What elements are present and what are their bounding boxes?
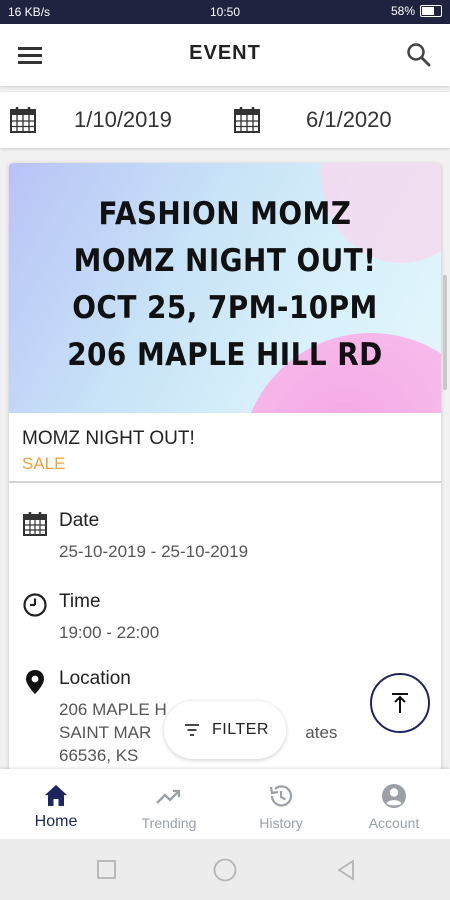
divider — [9, 481, 441, 483]
battery-icon — [420, 5, 442, 17]
event-banner: FASHION MOMZ MOMZ NIGHT OUT! OCT 25, 7PM… — [9, 163, 441, 413]
time-label: Time — [59, 591, 101, 612]
history-icon — [269, 785, 293, 807]
location-pin-icon — [26, 670, 44, 694]
trending-icon — [156, 789, 181, 804]
banner-line: FASHION MOMZ — [98, 196, 352, 232]
home-circle-icon[interactable] — [212, 857, 238, 883]
filter-label: FILTER — [212, 721, 269, 738]
time-value: 19:00 - 22:00 — [59, 623, 160, 642]
location-label: Location — [59, 668, 131, 689]
banner-line: MOMZ NIGHT OUT! — [73, 243, 377, 279]
search-icon[interactable] — [404, 40, 434, 70]
nav-label: Account — [368, 815, 420, 831]
nav-label: History — [259, 815, 303, 831]
nav-label: Home — [34, 813, 78, 830]
start-date: 1/10/2019 — [74, 107, 172, 132]
status-bar: 16 KB/s 10:50 58% — [0, 0, 450, 24]
nav-account[interactable]: Account — [338, 769, 450, 839]
clock: 10:50 — [209, 5, 241, 19]
page-title: EVENT — [189, 42, 261, 64]
home-icon — [45, 785, 67, 806]
banner-line: OCT 25, 7PM-10PM — [72, 290, 378, 326]
calendar-icon — [234, 107, 260, 133]
status-icons: 58% — [391, 4, 442, 18]
scrollbar[interactable] — [443, 275, 447, 390]
app-bar: EVENT — [0, 24, 450, 86]
system-nav-bar — [0, 839, 450, 900]
date-range-bar: 1/10/2019 6/1/2020 — [0, 92, 450, 148]
bottom-nav: Home Trending History Account — [0, 769, 450, 839]
end-date: 6/1/2020 — [306, 107, 392, 132]
back-icon[interactable] — [335, 859, 357, 881]
recent-apps-icon[interactable] — [96, 859, 118, 881]
account-icon — [382, 784, 406, 808]
nav-home[interactable]: Home — [0, 769, 112, 839]
event-title: MOMZ NIGHT OUT! — [22, 428, 195, 449]
filter-icon — [185, 724, 199, 736]
scroll-to-top-button[interactable] — [370, 673, 430, 733]
start-date-picker[interactable]: 1/10/2019 — [8, 92, 172, 148]
battery-percent: 58% — [390, 4, 415, 18]
nav-history[interactable]: History — [225, 769, 337, 839]
calendar-icon — [10, 107, 36, 133]
clock-icon — [23, 593, 47, 617]
nav-trending[interactable]: Trending — [113, 769, 225, 839]
banner-line: 206 MAPLE HILL RD — [67, 337, 383, 373]
arrow-up-icon — [392, 693, 408, 713]
date-label: Date — [59, 510, 100, 531]
nav-label: Trending — [141, 815, 197, 831]
filter-button[interactable]: FILTER — [164, 701, 286, 759]
calendar-icon — [23, 512, 47, 536]
end-date-picker[interactable]: 6/1/2020 — [232, 92, 392, 148]
date-value: 25-10-2019 - 25-10-2019 — [59, 542, 249, 561]
event-tag: SALE — [22, 454, 66, 473]
